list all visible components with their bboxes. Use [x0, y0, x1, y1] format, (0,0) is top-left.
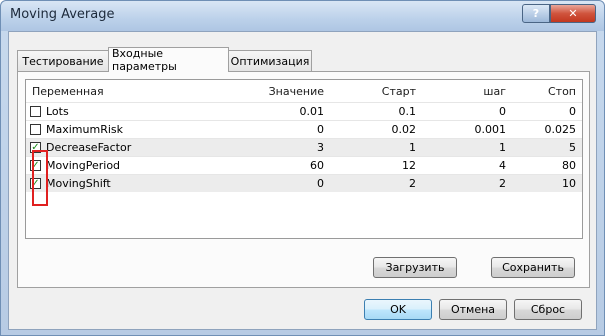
variable-name: MovingPeriod	[46, 159, 121, 172]
variable-name: MovingShift	[46, 177, 111, 190]
step-cell[interactable]: 1	[418, 139, 506, 156]
stop-cell[interactable]: 80	[508, 157, 576, 174]
save-button[interactable]: Сохранить	[491, 257, 575, 278]
cancel-button-label: Отмена	[450, 303, 496, 316]
table-row[interactable]: Lots 0.01 0.1 0 0	[26, 102, 582, 120]
start-cell[interactable]: 1	[326, 139, 416, 156]
window-title: Moving Average	[10, 7, 115, 22]
variable-name: DecreaseFactor	[46, 141, 132, 154]
variable-name: MaximumRisk	[46, 123, 123, 136]
column-header-stop[interactable]: Стоп	[508, 80, 576, 102]
table-row[interactable]: ✓ DecreaseFactor 3 1 1 5	[26, 138, 582, 156]
value-cell[interactable]: 0	[226, 175, 324, 192]
stop-cell[interactable]: 10	[508, 175, 576, 192]
column-header-variable[interactable]: Переменная	[32, 80, 104, 102]
stop-cell[interactable]: 0	[508, 103, 576, 120]
tab-panel-input-parameters: Переменная Значение Старт шаг Стоп Lots …	[17, 71, 590, 288]
dialog-client-area: Тестирование Входные параметры Оптимизац…	[8, 31, 597, 330]
table-header: Переменная Значение Старт шаг Стоп	[26, 80, 582, 102]
step-cell[interactable]: 2	[418, 175, 506, 192]
save-button-label: Сохранить	[502, 261, 564, 274]
value-cell[interactable]: 0.01	[226, 103, 325, 120]
parameters-table: Переменная Значение Старт шаг Стоп Lots …	[25, 79, 583, 239]
title-bar[interactable]: Moving Average ? ✕	[1, 1, 604, 31]
table-row[interactable]: MaximumRisk 0 0.02 0.001 0.025	[26, 120, 582, 138]
help-button[interactable]: ?	[522, 4, 550, 23]
load-button-label: Загрузить	[385, 261, 445, 274]
tab-testing[interactable]: Тестирование	[17, 50, 109, 71]
step-cell[interactable]: 0	[418, 103, 506, 120]
ok-button-label: OK	[390, 303, 406, 316]
table-row[interactable]: ✓ MovingShift 0 2 2 10	[26, 174, 582, 192]
start-cell[interactable]: 0.1	[326, 103, 417, 120]
lots-checkbox[interactable]	[30, 106, 41, 117]
reset-button[interactable]: Сброс	[514, 299, 582, 320]
stop-cell[interactable]: 5	[508, 139, 576, 156]
close-icon: ✕	[568, 7, 578, 20]
variable-name: Lots	[46, 105, 69, 118]
tab-optimization[interactable]: Оптимизация	[228, 50, 312, 71]
column-header-value[interactable]: Значение	[226, 80, 324, 102]
load-button[interactable]: Загрузить	[373, 257, 457, 278]
tab-input-parameters[interactable]: Входные параметры	[108, 47, 229, 73]
stop-cell[interactable]: 0.025	[508, 121, 577, 138]
reset-button-label: Сброс	[530, 303, 566, 316]
close-button[interactable]: ✕	[550, 4, 596, 23]
step-cell[interactable]: 0.001	[418, 121, 507, 138]
tab-label: Входные параметры	[112, 47, 177, 73]
tab-label: Оптимизация	[230, 54, 310, 68]
start-cell[interactable]: 12	[326, 157, 416, 174]
maximumrisk-checkbox[interactable]	[30, 124, 41, 135]
help-icon: ?	[532, 7, 540, 20]
ok-button[interactable]: OK	[364, 299, 432, 320]
dialog-window: Moving Average ? ✕ Тестирование Входные …	[0, 0, 605, 336]
start-cell[interactable]: 2	[326, 175, 416, 192]
value-cell[interactable]: 0	[226, 121, 324, 138]
value-cell[interactable]: 3	[226, 139, 324, 156]
table-row[interactable]: ✓ MovingPeriod 60 12 4 80	[26, 156, 582, 174]
column-header-step[interactable]: шаг	[418, 80, 506, 102]
cancel-button[interactable]: Отмена	[439, 299, 507, 320]
column-header-start[interactable]: Старт	[326, 80, 416, 102]
tab-label: Тестирование	[22, 54, 104, 68]
start-cell[interactable]: 0.02	[326, 121, 417, 138]
step-cell[interactable]: 4	[418, 157, 506, 174]
checkbox-highlight-frame	[32, 150, 48, 206]
value-cell[interactable]: 60	[226, 157, 324, 174]
